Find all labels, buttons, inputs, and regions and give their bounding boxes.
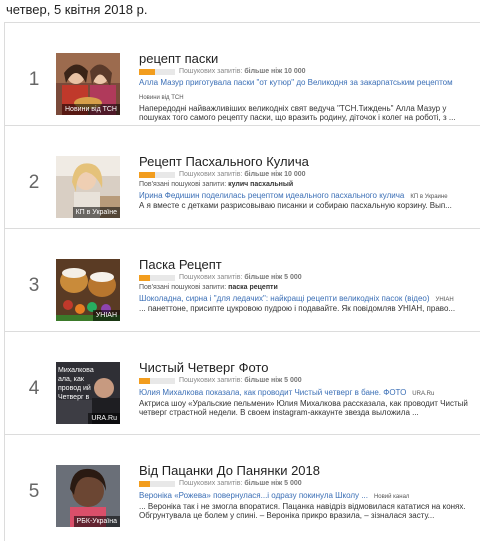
news-snippet: Напередодні найважливіших великодніх свя…	[139, 104, 456, 122]
related-label: Пов'язані пошукові запити:	[139, 284, 227, 291]
trend-row[interactable]: 1 Новини від ТСН рецепт паски Пошукових …	[5, 23, 480, 126]
trend-rank: 4	[28, 378, 40, 399]
news-source: URA.Ru	[412, 391, 435, 397]
trend-thumbnail[interactable]: КП в Україне	[56, 156, 120, 218]
trend-thumbnail[interactable]: Новини від ТСН	[56, 53, 120, 115]
news-headline[interactable]: Алла Мазур приготувала паски "от кутюр" …	[139, 78, 453, 87]
volume-bar	[139, 377, 175, 384]
news-snippet: ... панеттоне, присипте цукровою пудрою …	[139, 304, 456, 313]
volume-bar	[139, 68, 175, 75]
news-snippet: Актриса шоу «Уральские пельмени» Юлия Ми…	[139, 399, 468, 417]
news-headline-text[interactable]: Юлия Михалкова показала, как проводит Чи…	[139, 388, 406, 397]
volume-label: Пошукових запитів:	[179, 377, 243, 384]
thumb-source-label: РБК-Україна	[73, 516, 120, 527]
thumb-source-label: URA.Ru	[88, 413, 120, 424]
news-source: Новий канал	[373, 494, 410, 500]
volume-value: більше ніж 10 000	[244, 171, 306, 178]
news-snippet: А я вместе с детками разрисовываю писанк…	[139, 201, 452, 210]
related-query-link[interactable]: паска рецепти	[228, 284, 278, 291]
search-volume: Пошукових запитів: більше ніж 5 000	[139, 377, 302, 384]
search-volume: Пошукових запитів: більше ніж 10 000	[139, 68, 306, 75]
related-queries: Пов'язані пошукові запити: паска рецепти	[139, 284, 278, 291]
volume-bar	[139, 480, 175, 487]
volume-bar	[139, 171, 175, 178]
trend-title[interactable]: Чистый Четверг Фото	[139, 360, 268, 375]
volume-label: Пошукових запитів:	[179, 171, 243, 178]
news-headline-text[interactable]: Ирина Федишин поделилась рецептом идеаль…	[139, 191, 404, 200]
news-headline-text[interactable]: Шоколадна, сирна і "для ледачих": найкра…	[139, 294, 430, 303]
trends-list: 1 Новини від ТСН рецепт паски Пошукових …	[4, 22, 480, 541]
news-headline-text[interactable]: Вероніка «Рожева» повернулася...і одразу…	[139, 491, 368, 500]
volume-bar	[139, 274, 175, 281]
search-volume: Пошукових запитів: більше ніж 10 000	[139, 171, 306, 178]
thumb-source-label: КП в Україне	[72, 207, 120, 218]
news-headline[interactable]: Юлия Михалкова показала, как проводит Чи…	[139, 388, 434, 397]
related-query-link[interactable]: кулич пасхальный	[228, 181, 293, 188]
volume-bar-fill	[139, 68, 156, 75]
trend-thumbnail[interactable]: РБК-Україна	[56, 465, 120, 527]
trend-rank: 1	[28, 69, 40, 90]
volume-bar-fill	[139, 171, 156, 178]
thumb-overlay-text: Михалкова ала, как провод ий Четверг в	[58, 367, 94, 401]
thumb-source-label: УНІАН	[92, 310, 120, 321]
volume-value: більше ніж 5 000	[244, 274, 302, 281]
news-headline[interactable]: Вероніка «Рожева» повернулася...і одразу…	[139, 491, 409, 500]
trend-row[interactable]: 4 Михалкова ала, как провод ий Четверг в…	[5, 332, 480, 435]
trend-rank: 5	[28, 481, 40, 502]
trend-title[interactable]: рецепт паски	[139, 51, 218, 66]
volume-value: більше ніж 5 000	[244, 377, 302, 384]
volume-label: Пошукових запитів:	[179, 480, 243, 487]
trend-title[interactable]: Паска Рецепт	[139, 257, 222, 272]
volume-bar-fill	[139, 274, 150, 281]
volume-label: Пошукових запитів:	[179, 68, 243, 75]
news-source: КП в Украине	[410, 194, 448, 200]
news-source: УНІАН	[435, 297, 454, 303]
news-headline-text[interactable]: Алла Мазур приготувала паски "от кутюр" …	[139, 78, 453, 87]
search-volume: Пошукових запитів: більше ніж 5 000	[139, 274, 302, 281]
news-snippet: ... Вероніка так і не змогла впоратися. …	[139, 502, 466, 520]
volume-bar-fill	[139, 480, 150, 487]
volume-bar-fill	[139, 377, 150, 384]
thumb-source-label: Новини від ТСН	[62, 104, 120, 115]
trend-title[interactable]: Рецепт Пасхального Кулича	[139, 154, 309, 169]
volume-value: більше ніж 10 000	[244, 68, 306, 75]
news-headline[interactable]: Шоколадна, сирна і "для ледачих": найкра…	[139, 294, 454, 303]
news-source: Новини від ТСН	[139, 95, 184, 101]
trend-thumbnail[interactable]: УНІАН	[56, 259, 120, 321]
volume-label: Пошукових запитів:	[179, 274, 243, 281]
search-volume: Пошукових запитів: більше ніж 5 000	[139, 480, 302, 487]
trend-row[interactable]: 3 УНІАН Паска Рецепт Пошукових запитів: …	[5, 229, 480, 332]
trend-rank: 3	[28, 275, 40, 296]
trend-rank: 2	[28, 172, 40, 193]
trend-thumbnail[interactable]: Михалкова ала, как провод ий Четверг в U…	[56, 362, 120, 424]
news-headline[interactable]: Ирина Федишин поделилась рецептом идеаль…	[139, 191, 448, 200]
date-header: четвер, 5 квітня 2018 р.	[6, 2, 148, 17]
volume-value: більше ніж 5 000	[244, 480, 302, 487]
related-queries: Пов'язані пошукові запити: кулич пасхаль…	[139, 181, 293, 188]
related-label: Пов'язані пошукові запити:	[139, 181, 227, 188]
trend-row[interactable]: 5 РБК-Україна Від Пацанки До Панянки 201…	[5, 435, 480, 537]
trend-title[interactable]: Від Пацанки До Панянки 2018	[139, 463, 320, 478]
trend-row[interactable]: 2 КП в Україне Рецепт Пасхального Кулича…	[5, 126, 480, 229]
